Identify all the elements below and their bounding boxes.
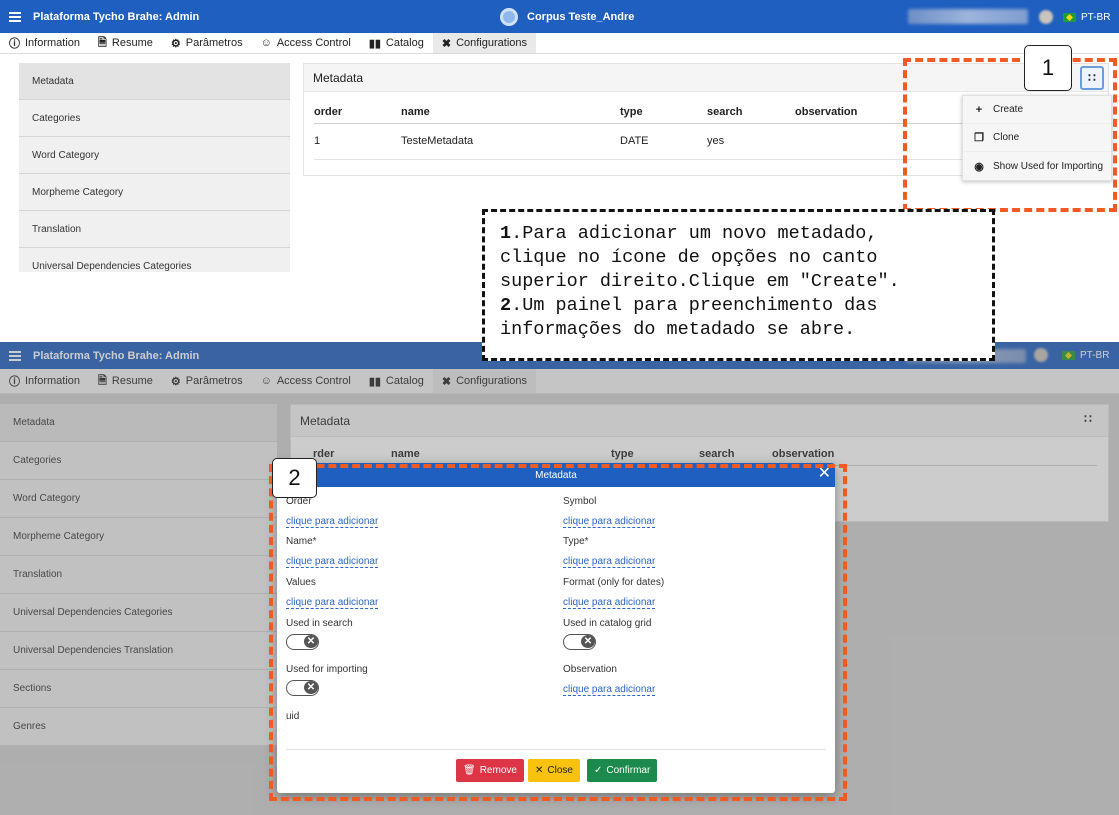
- column-order[interactable]: order: [314, 101, 401, 124]
- language-selector[interactable]: PT-BR: [1063, 12, 1110, 23]
- app-header: Plataforma Tycho Brahe: Admin Corpus Tes…: [0, 0, 1119, 33]
- tools-icon: ✖: [441, 37, 452, 50]
- sidebar-item-word-category[interactable]: Word Category: [19, 137, 290, 174]
- tab-label: Access Control: [276, 37, 351, 49]
- language-label: PT-BR: [1081, 12, 1111, 23]
- info-icon: ⓘ: [9, 38, 20, 50]
- corpus-name: Corpus Teste_Andre: [527, 10, 635, 23]
- annotation-highlight-1: [903, 58, 1117, 212]
- corpus-icon: [500, 7, 518, 26]
- step-1-text: .Para adicionar um novo metadado, clique…: [500, 223, 900, 292]
- sidebar-item-morpheme-category[interactable]: Morpheme Category: [19, 174, 290, 211]
- column-name[interactable]: name: [401, 101, 620, 124]
- gears-icon: ⚙: [170, 37, 181, 50]
- step-2-text: .Um painel para preenchimento das inform…: [500, 295, 878, 340]
- tab-information[interactable]: ⓘ Information: [0, 33, 89, 53]
- column-type[interactable]: type: [620, 101, 707, 124]
- tab-parametros[interactable]: ⚙ Parâmetros: [162, 33, 252, 53]
- document-icon: 🗎: [98, 36, 107, 49]
- tab-access-control[interactable]: ☺ Access Control: [252, 33, 360, 53]
- users-icon: ☺: [260, 37, 272, 49]
- step-1-number: 1: [500, 223, 512, 244]
- user-name-blurred: [908, 9, 1028, 24]
- tab-label: Resume: [111, 37, 153, 49]
- tab-catalog[interactable]: ▮▮ Catalog: [360, 33, 433, 53]
- instruction-note: 1.Para adicionar um novo metadado, cliqu…: [482, 209, 995, 361]
- avatar[interactable]: [1039, 10, 1053, 24]
- annotation-highlight-2: [269, 464, 847, 801]
- sidebar-item-translation[interactable]: Translation: [19, 211, 290, 248]
- tab-resume[interactable]: 🗎 Resume: [89, 33, 162, 53]
- tab-configurations[interactable]: ✖ Configurations: [432, 33, 536, 53]
- annotation-badge-1: 1: [1024, 45, 1072, 91]
- cell-type: DATE: [620, 123, 707, 160]
- cell-order: 1: [314, 123, 401, 160]
- tab-label: Configurations: [456, 37, 527, 49]
- step-2-number: 2: [500, 295, 512, 316]
- cell-name: TesteMetadata: [401, 123, 620, 160]
- book-icon: ▮▮: [368, 37, 381, 50]
- tab-label: Parâmetros: [185, 37, 243, 49]
- tab-label: Information: [25, 37, 81, 49]
- tab-label: Catalog: [385, 37, 424, 49]
- sidebar-item-metadata[interactable]: Metadata: [19, 63, 290, 100]
- cell-search: yes: [707, 123, 795, 160]
- app-title: Plataforma Tycho Brahe: Admin: [33, 10, 200, 23]
- sidebar-item-ud-categories[interactable]: Universal Dependencies Categories: [19, 248, 290, 272]
- sidebar: Metadata Categories Word Category Morphe…: [19, 63, 290, 272]
- annotation-badge-2: 2: [272, 458, 317, 498]
- sidebar-item-categories[interactable]: Categories: [19, 100, 290, 137]
- corpus-selector[interactable]: Corpus Teste_Andre: [500, 7, 635, 26]
- brazil-flag-icon: [1063, 13, 1076, 22]
- menu-icon[interactable]: [9, 10, 21, 24]
- tab-bar: ⓘ Information 🗎 Resume ⚙ Parâmetros ☺ Access…: [0, 33, 1119, 54]
- column-search[interactable]: search: [707, 101, 795, 124]
